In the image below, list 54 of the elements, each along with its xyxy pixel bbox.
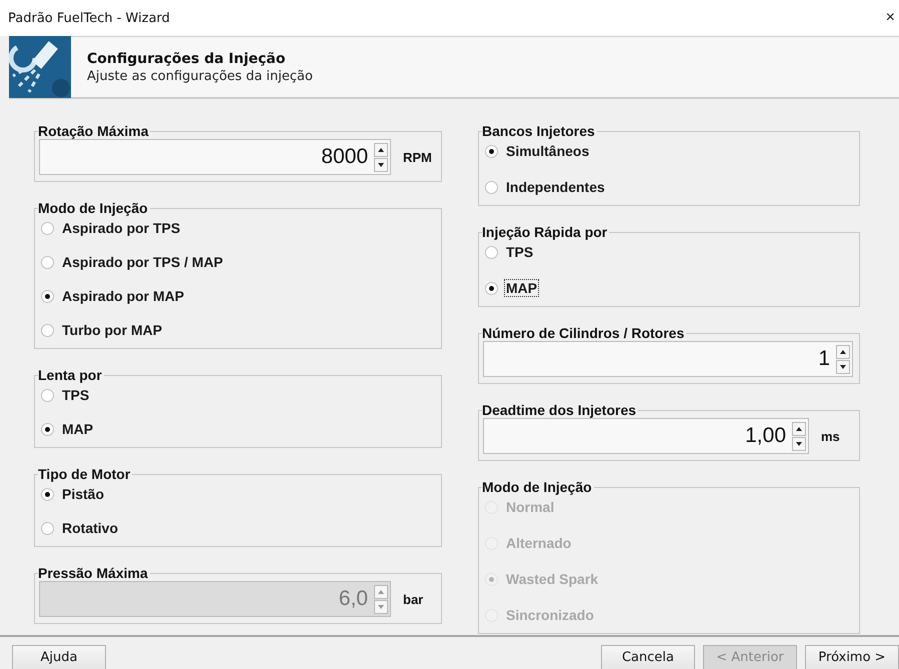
- group-title: Lenta por: [38, 367, 104, 383]
- radio-button[interactable]: [41, 256, 54, 268]
- group-title: Número de Cilindros / Rotores: [482, 325, 686, 341]
- radio-label[interactable]: MAP: [60, 420, 96, 438]
- radio-label[interactable]: MAP: [504, 279, 540, 297]
- spin-up-icon[interactable]: [792, 422, 806, 436]
- radio-label[interactable]: TPS: [60, 386, 92, 404]
- wizard-button[interactable]: Cancela: [601, 645, 695, 669]
- wizard-button[interactable]: Próximo >: [805, 645, 899, 669]
- radio-label[interactable]: Aspirado por TPS: [60, 219, 182, 237]
- radio-button[interactable]: [485, 246, 498, 258]
- unit-label: RPM: [403, 150, 433, 164]
- spin-down-icon[interactable]: [374, 158, 388, 172]
- radio-button[interactable]: [41, 222, 54, 234]
- group-title: Modo de Injeção: [38, 200, 150, 216]
- number-field[interactable]: 1: [483, 341, 853, 377]
- group-title: Rotação Máxima: [38, 123, 150, 139]
- window-title: Padrão FuelTech - Wizard: [8, 10, 170, 26]
- radio-button[interactable]: [485, 144, 498, 158]
- help-button[interactable]: Ajuda: [12, 645, 106, 669]
- group-title: Bancos Injetores: [482, 123, 597, 139]
- radio-button[interactable]: [41, 488, 54, 500]
- page-title: Configurações da Injeção: [87, 50, 286, 66]
- radio-label[interactable]: Independentes: [504, 178, 607, 196]
- spin-down-icon[interactable]: [836, 360, 850, 374]
- spin-down-icon[interactable]: [792, 436, 806, 450]
- injector-spray-icon: [9, 36, 71, 98]
- radio-button[interactable]: [485, 282, 498, 294]
- unit-label: bar: [403, 592, 424, 606]
- group-title: Modo de Injeção: [482, 479, 594, 495]
- radio-label[interactable]: Aspirado por TPS / MAP: [60, 253, 226, 271]
- number-field[interactable]: 8000: [39, 139, 391, 175]
- radio-label[interactable]: Aspirado por MAP: [60, 287, 186, 305]
- number-field[interactable]: 1,00: [483, 418, 809, 454]
- radio-label[interactable]: Rotativo: [60, 519, 120, 537]
- radio-button[interactable]: [41, 422, 54, 436]
- radio-button[interactable]: [41, 324, 54, 336]
- group-title: Injeção Rápida por: [482, 224, 610, 240]
- close-button[interactable]: ×: [882, 9, 899, 27]
- page-subtitle: Ajuste as configurações da injeção: [87, 68, 313, 84]
- radio-button[interactable]: [41, 388, 54, 402]
- unit-label: ms: [821, 428, 841, 444]
- radio-label[interactable]: Simultâneos: [504, 142, 592, 160]
- radio-label[interactable]: Pistão: [60, 485, 106, 503]
- radio-label[interactable]: TPS: [504, 243, 536, 261]
- radio-button[interactable]: [41, 290, 54, 302]
- radio-label[interactable]: Turbo por MAP: [60, 321, 164, 339]
- group-title: Pressão Máxima: [38, 565, 150, 581]
- spin-up-icon[interactable]: [374, 142, 388, 156]
- radio-button[interactable]: [41, 522, 54, 534]
- group-title: Tipo de Motor: [38, 466, 132, 482]
- radio-button[interactable]: [485, 180, 498, 194]
- group-title: Deadtime dos Injetores: [482, 402, 638, 418]
- spin-up-icon[interactable]: [836, 344, 850, 358]
